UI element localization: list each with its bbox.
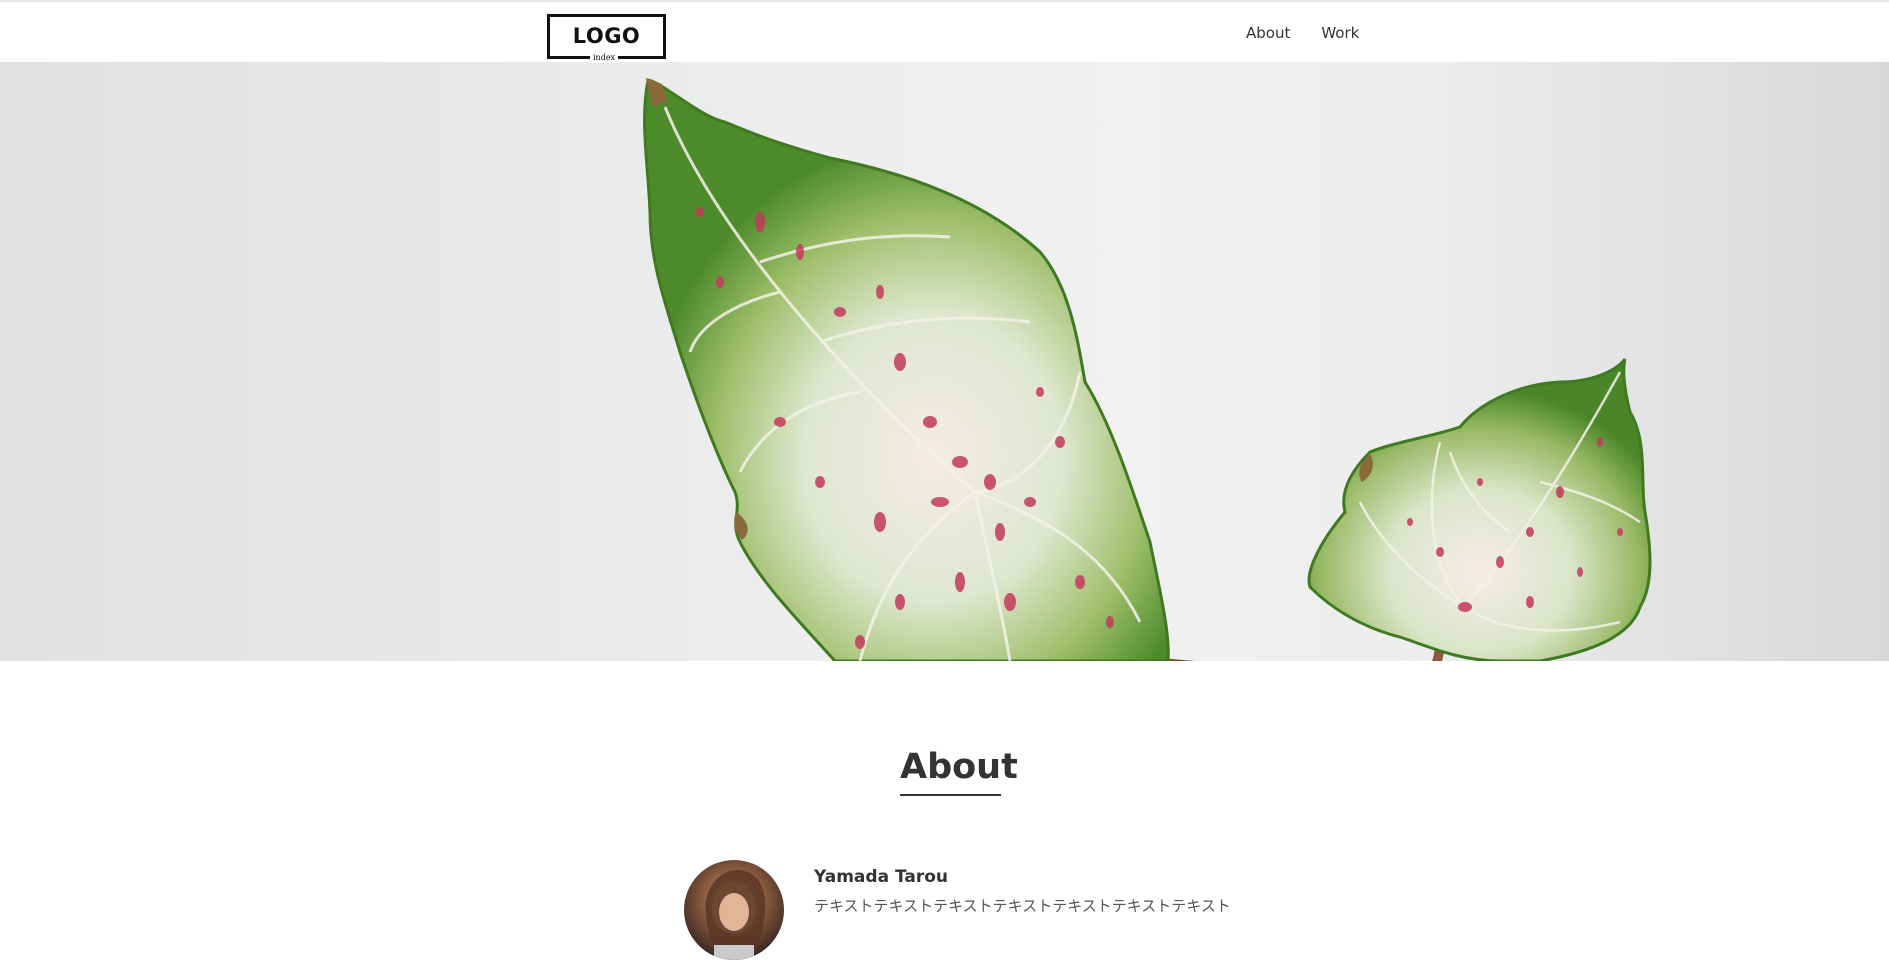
site-header: LOGO index About Work [0, 0, 1889, 63]
hero-image [0, 62, 1889, 661]
nav-link-work[interactable]: Work [1321, 23, 1359, 43]
logo-subtext: index [590, 53, 619, 63]
hero-leaves-illustration [643, 62, 1889, 661]
profile-description: テキストテキストテキストテキストテキストテキストテキスト [814, 897, 1231, 915]
nav-link-about[interactable]: About [1246, 23, 1290, 43]
about-heading: About [900, 747, 1018, 787]
about-heading-underline [900, 794, 1001, 796]
logo-text: LOGO [572, 24, 641, 48]
main-nav: About Work [1246, 23, 1359, 43]
avatar-portrait-icon [705, 869, 766, 960]
logo[interactable]: LOGO index [547, 14, 666, 63]
profile-avatar [684, 860, 784, 960]
profile-name: Yamada Tarou [814, 867, 949, 887]
